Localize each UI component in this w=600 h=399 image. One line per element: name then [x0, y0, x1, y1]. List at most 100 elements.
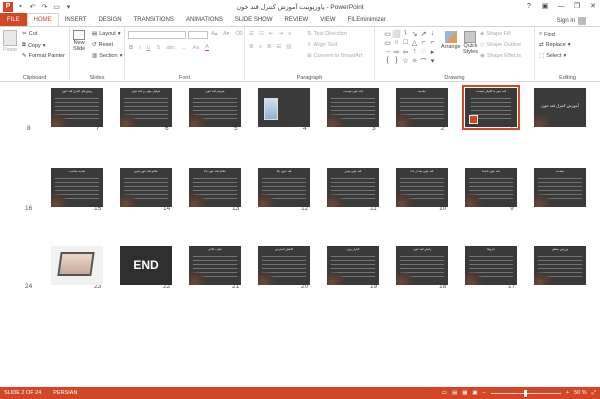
bold-button[interactable]: B — [129, 45, 133, 51]
shape-option-icon[interactable]: ↓ — [428, 30, 437, 39]
tab-animations[interactable]: ANIMATIONS — [180, 13, 229, 26]
shape-option-icon[interactable]: { — [383, 57, 392, 66]
slide-thumbnail[interactable]: داروها — [465, 246, 517, 285]
shape-option-icon[interactable]: ▭ — [383, 39, 392, 48]
format-painter-button[interactable]: ✎ Format Painter — [22, 53, 65, 59]
replace-button[interactable]: ⇄ Replace ▾ — [539, 42, 571, 48]
slide-thumbnail[interactable]: علائم قند خون بالا — [189, 168, 241, 207]
clear-format-icon[interactable]: ⌫ — [235, 31, 243, 37]
abc-button[interactable]: abc — [166, 45, 175, 51]
zoom-out-button[interactable]: − — [483, 390, 486, 396]
align-text-button[interactable]: ⇳ Align Text — [307, 42, 337, 48]
find-button[interactable]: ⌕ Find — [539, 31, 555, 38]
shape-fill-button[interactable]: ◈ Shape Fill — [480, 31, 511, 37]
reading-view-icon[interactable]: ▣ — [472, 390, 477, 396]
grow-font-icon[interactable]: A▴ — [211, 31, 217, 37]
slide-thumbnail[interactable]: قند خون بعد از غذا — [396, 168, 448, 207]
slide-thumbnail[interactable]: کنترل وزن — [327, 246, 379, 285]
shape-option-icon[interactable]: } — [392, 57, 401, 66]
underline-button[interactable]: U — [147, 45, 151, 51]
line-spacing-icon[interactable]: ≡ — [288, 31, 291, 37]
normal-view-icon[interactable]: ▤ — [452, 390, 457, 396]
slide-thumbnail[interactable]: آموزش کنترل قند خون — [534, 88, 586, 127]
sign-in-label[interactable]: Sign in — [557, 18, 575, 24]
redo-icon[interactable]: ↷ — [40, 2, 49, 11]
slide-thumbnail[interactable]: مقدمه — [396, 88, 448, 127]
ribbon-options-icon[interactable]: ▣ — [540, 1, 550, 11]
convert-smartart-button[interactable]: ⊞ Convert to SmartArt — [307, 53, 362, 59]
shape-option-icon[interactable]: ⌒ — [419, 57, 428, 66]
shape-option-icon[interactable]: ▸ — [428, 48, 437, 57]
italic-button[interactable]: I — [139, 45, 141, 51]
slide-thumbnail[interactable]: قند خون یا گلوکز چیست — [462, 85, 520, 130]
shape-option-icon[interactable]: ⇨ — [392, 48, 401, 57]
slide-thumbnail[interactable]: قند خون چیست — [327, 88, 379, 127]
slide-thumbnail[interactable]: عوامل مؤثر بر قند خون — [120, 88, 172, 127]
shape-option-icon[interactable]: ✧ — [410, 57, 419, 66]
slide-thumbnail[interactable] — [51, 246, 103, 285]
zoom-in-button[interactable]: + — [566, 390, 569, 396]
new-slide-button[interactable]: New Slide — [73, 30, 85, 52]
shape-option-icon[interactable]: ▭ — [383, 30, 392, 39]
shape-option-icon[interactable]: ◌ — [419, 48, 428, 57]
slide-thumbnail[interactable]: مقدمه — [534, 168, 586, 207]
shape-option-icon[interactable]: ↑ — [410, 48, 419, 57]
decrease-indent-icon[interactable]: ⇤ — [269, 31, 274, 37]
spacing-icon[interactable]: ↔ — [181, 45, 187, 51]
tab-review[interactable]: REVIEW — [279, 13, 315, 26]
tab-fileminimizer[interactable]: FILEminimizer — [342, 13, 392, 26]
align-center-icon[interactable]: ≡ — [259, 44, 262, 50]
tab-insert[interactable]: INSERT — [59, 13, 93, 26]
undo-icon[interactable]: ↶ — [28, 2, 37, 11]
help-icon[interactable]: ? — [524, 1, 534, 11]
language-indicator[interactable]: PERSIAN — [53, 390, 77, 396]
slide-thumbnail[interactable]: خواب کافی — [189, 246, 241, 285]
align-left-icon[interactable]: ≣ — [249, 44, 254, 50]
zoom-slider-thumb[interactable] — [524, 389, 528, 397]
restore-button[interactable]: ❐ — [572, 1, 582, 11]
font-size-combo[interactable] — [188, 31, 208, 39]
slide-thumbnail[interactable]: تعریف قند خون — [189, 88, 241, 127]
font-color-button[interactable]: A — [205, 44, 209, 51]
tab-view[interactable]: VIEW — [314, 13, 341, 26]
columns-icon[interactable]: ▥ — [286, 44, 291, 50]
shrink-font-icon[interactable]: A▾ — [223, 31, 229, 37]
arrange-button[interactable]: Arrange — [441, 31, 461, 50]
shape-option-icon[interactable]: ▾ — [428, 57, 437, 66]
slide-thumbnail[interactable]: کاهش استرس — [258, 246, 310, 285]
numbering-icon[interactable]: ☷ — [259, 31, 264, 37]
sign-in[interactable]: Sign in — [557, 17, 586, 25]
present-icon[interactable]: ▭ — [52, 2, 61, 11]
shapes-gallery[interactable]: ▭ ⬜ \ ↘ ↗ ↓ ▭ ○ □ △ ⌐ ⌐ → ⇨ ⇦ ↑ ◌ ▸{} ☆ ✧ ⌒ ▾ — [383, 30, 437, 68]
slide-thumbnail[interactable]: END — [120, 246, 172, 285]
tab-design[interactable]: DESIGN — [93, 13, 128, 26]
save-icon[interactable]: ▪ — [16, 2, 25, 11]
notes-icon[interactable]: ▭ — [442, 390, 447, 396]
slide-thumbnail[interactable] — [258, 88, 310, 127]
shape-option-icon[interactable]: □ — [401, 39, 410, 48]
tab-transitions[interactable]: TRANSITIONS — [128, 13, 180, 26]
copy-button[interactable]: ⧉ Copy ▾ — [22, 42, 46, 49]
shape-option-icon[interactable]: \ — [401, 30, 410, 39]
slide-thumbnail[interactable]: تغذیه مناسب — [51, 168, 103, 207]
tab-slide-show[interactable]: SLIDE SHOW — [229, 13, 279, 26]
shape-option-icon[interactable]: ⌐ — [419, 39, 428, 48]
minimize-button[interactable]: — — [556, 1, 566, 11]
avatar[interactable] — [578, 17, 586, 25]
sorter-view-icon[interactable]: ▦ — [462, 390, 467, 396]
align-right-icon[interactable]: ≣ — [267, 44, 272, 50]
shape-option-icon[interactable]: △ — [410, 39, 419, 48]
section-button[interactable]: ▥ Section ▾ — [92, 53, 122, 59]
justify-icon[interactable]: ☰ — [276, 44, 281, 50]
layout-button[interactable]: ▤ Layout ▾ — [92, 31, 120, 37]
shape-option-icon[interactable]: ⇦ — [401, 48, 410, 57]
strike-button[interactable]: S — [157, 45, 161, 51]
font-name-combo[interactable] — [128, 31, 186, 39]
shape-option-icon[interactable]: ⬜ — [392, 30, 401, 39]
cut-button[interactable]: ✂ Cut — [22, 31, 37, 37]
increase-indent-icon[interactable]: ⇥ — [278, 31, 283, 37]
shape-option-icon[interactable]: ☆ — [401, 57, 410, 66]
paste-button[interactable]: Paste — [3, 30, 17, 53]
shape-option-icon[interactable]: ⌐ — [428, 39, 437, 48]
bullets-icon[interactable]: ☰ — [249, 31, 254, 37]
